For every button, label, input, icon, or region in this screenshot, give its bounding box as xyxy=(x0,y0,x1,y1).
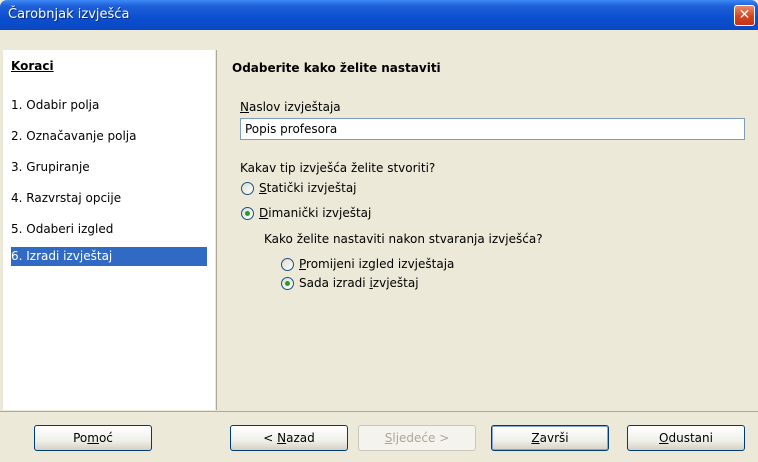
finish-button[interactable]: Završi xyxy=(491,425,609,451)
step-grouping[interactable]: 3. Grupiranje xyxy=(11,158,207,177)
step-create-report[interactable]: 6. Izradi izvještaj xyxy=(11,247,207,266)
report-type-question: Kakav tip izvješća želite stvoriti? xyxy=(240,161,436,175)
radio-dot-icon xyxy=(245,211,250,216)
radio-button[interactable] xyxy=(241,182,254,195)
report-title-label: Naslov izvještaja xyxy=(240,100,341,114)
window-title: Čarobnjak izvješća xyxy=(8,7,130,22)
radio-button-selected[interactable] xyxy=(281,277,294,290)
step-label-fields[interactable]: 2. Označavanje polja xyxy=(11,127,207,146)
help-button[interactable]: Pomoć xyxy=(34,425,152,451)
create-now-label: Sada izradi izvještaj xyxy=(299,276,419,290)
close-button[interactable]: ✕ xyxy=(734,5,755,26)
close-icon: ✕ xyxy=(738,7,751,23)
step-choose-layout[interactable]: 5. Odaberi izgled xyxy=(11,220,207,239)
continue-question: Kako želite nastaviti nakon stvaranja iz… xyxy=(264,232,543,246)
report-wizard-window: Čarobnjak izvješća ✕ Koraci 1. Odabir po… xyxy=(0,0,758,462)
radio-button-selected[interactable] xyxy=(241,207,254,220)
static-report-radio[interactable]: Statički izvještaj xyxy=(241,181,441,197)
step-sort-options[interactable]: 4. Razvrstaj opcije xyxy=(11,189,207,208)
steps-panel: Koraci 1. Odabir polja 2. Označavanje po… xyxy=(3,50,215,410)
create-now-radio[interactable]: Sada izradi izvještaj xyxy=(281,276,501,292)
radio-button[interactable] xyxy=(281,258,294,271)
cancel-button[interactable]: Odustani xyxy=(627,425,745,451)
back-button[interactable]: < Nazad xyxy=(230,425,348,451)
radio-dot-icon xyxy=(285,281,290,286)
title-bar[interactable]: Čarobnjak izvješća ✕ xyxy=(0,0,758,30)
step-select-fields[interactable]: 1. Odabir polja xyxy=(11,96,207,115)
modify-layout-radio[interactable]: Promijeni izgled izvještaja xyxy=(281,257,501,273)
report-title-input[interactable]: Popis profesora xyxy=(240,118,745,140)
dynamic-report-label: Dimanički izvještaj xyxy=(259,206,372,220)
static-report-label: Statički izvještaj xyxy=(259,181,357,195)
dynamic-report-radio[interactable]: Dimanički izvještaj xyxy=(241,206,441,222)
content-title: Odaberite kako želite nastaviti xyxy=(232,61,441,75)
steps-title: Koraci xyxy=(11,59,54,73)
next-button[interactable]: Sljedeće > xyxy=(358,425,476,451)
modify-layout-label: Promijeni izgled izvještaja xyxy=(299,257,455,271)
